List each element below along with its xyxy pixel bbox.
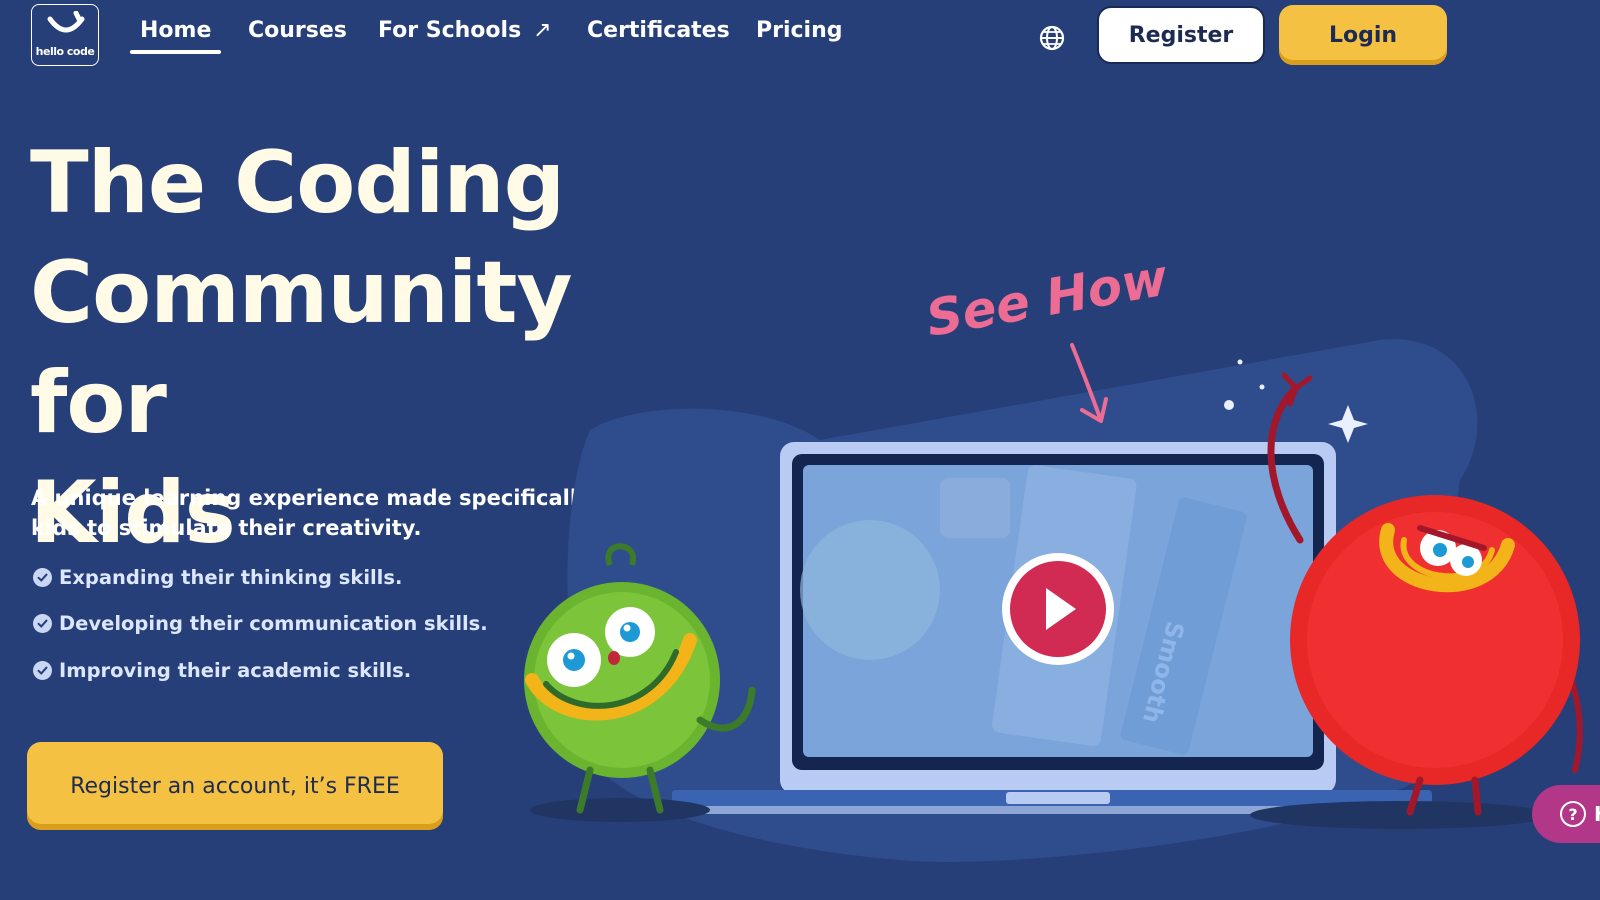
help-label: H [1594,802,1600,826]
play-video-button[interactable] [1002,553,1114,665]
help-widget-button[interactable]: ? H [1532,785,1600,843]
hero-illustration: Smooth [524,339,1583,862]
question-icon: ? [1560,801,1586,827]
